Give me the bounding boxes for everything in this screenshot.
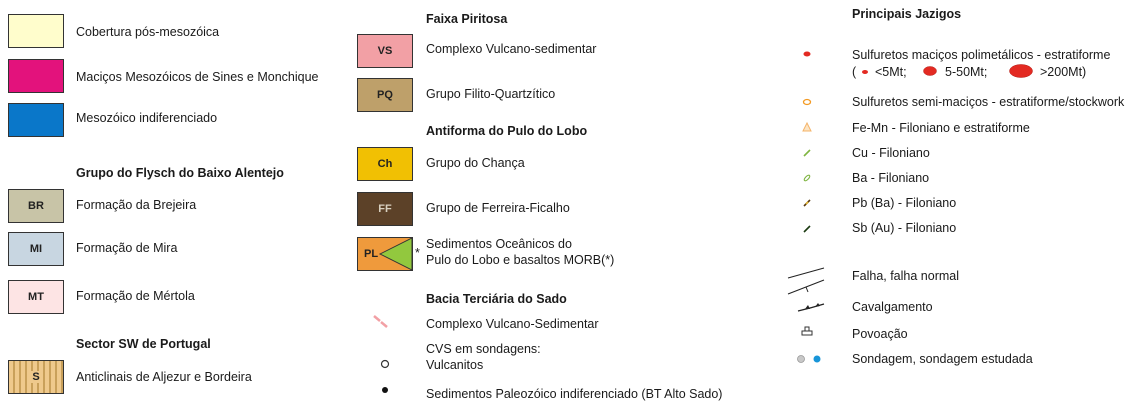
cvs-hatch-icon bbox=[373, 315, 388, 328]
swatch-mi: MI bbox=[8, 232, 64, 266]
label-pb: Pb (Ba) - Filoniano bbox=[852, 196, 957, 210]
label-ba: Ba - Filoniano bbox=[852, 171, 930, 185]
label-ff: Grupo de Ferreira-Ficalho bbox=[426, 201, 570, 215]
heading-flysch: Grupo do Flysch do Baixo Alentejo bbox=[76, 166, 284, 180]
label-vs: Complexo Vulcano-sedimentar bbox=[426, 42, 597, 56]
fe-mn-triangle-icon bbox=[802, 122, 812, 132]
code-br: BR bbox=[28, 200, 44, 212]
size-small-icon bbox=[862, 70, 868, 74]
label-pl-line2: Pulo do Lobo e basaltos MORB(*) bbox=[426, 253, 615, 267]
swatch-aljezur: S bbox=[8, 360, 64, 394]
label-aljezur: Anticlinais de Aljezur e Bordeira bbox=[76, 370, 252, 384]
heading-antiforma: Antiforma do Pulo do Lobo bbox=[426, 124, 588, 138]
pb-vein-icon bbox=[803, 199, 811, 207]
label-sulfuretos-semi: Sulfuretos semi-maciços - estratiforme/s… bbox=[852, 95, 1125, 109]
label-br: Formação da Brejeira bbox=[76, 198, 197, 212]
label-vulcanitos: Vulcanitos bbox=[426, 358, 484, 372]
label-ch: Grupo do Chança bbox=[426, 156, 525, 170]
size-large-icon bbox=[1009, 64, 1033, 78]
label-macicos: Maciços Mesozóicos de Sines e Monchique bbox=[76, 70, 319, 84]
swatch-mt: MT bbox=[8, 280, 64, 314]
label-pq: Grupo Filito-Quartzítico bbox=[426, 87, 556, 101]
swatch-br: BR bbox=[8, 189, 64, 223]
code-mi: MI bbox=[29, 243, 43, 255]
label-mesozoico: Mesozóico indiferenciado bbox=[76, 111, 218, 125]
label-cobertura: Cobertura pós-mesozóica bbox=[76, 25, 220, 39]
label-pl-line1: Sedimentos Oceânicos do bbox=[426, 237, 572, 251]
borehole-grey-icon bbox=[797, 355, 805, 363]
sb-vein-icon bbox=[803, 225, 811, 233]
label-mi: Formação de Mira bbox=[76, 241, 178, 255]
code-mt: MT bbox=[28, 291, 44, 303]
label-sedimentos: Sedimentos Paleozóico indiferenciado (BT… bbox=[426, 387, 723, 401]
size-small-label: <5Mt; bbox=[875, 65, 907, 79]
ba-vein-icon bbox=[803, 174, 811, 182]
swatch-macicos bbox=[8, 59, 64, 93]
label-cvs: Complexo Vulcano-Sedimentar bbox=[426, 317, 599, 331]
code-pl: PL bbox=[364, 248, 379, 260]
label-povoacao: Povoação bbox=[852, 327, 908, 341]
code-pq: PQ bbox=[377, 89, 393, 101]
swatch-mesozoico bbox=[8, 103, 64, 137]
label-mt: Formação de Mértola bbox=[76, 289, 195, 303]
size-large-label: >200Mt) bbox=[1040, 65, 1087, 79]
heading-sado: Bacia Terciária do Sado bbox=[426, 292, 567, 306]
cu-vein-icon bbox=[803, 149, 811, 157]
label-sb: Sb (Au) - Filoniano bbox=[852, 221, 957, 235]
code-vs: VS bbox=[377, 45, 393, 57]
vulcanitos-circle-icon bbox=[380, 359, 390, 369]
label-sondagem: Sondagem, sondagem estudada bbox=[852, 352, 1033, 366]
size-legend-open: ( bbox=[852, 65, 857, 79]
swatch-vs: VS bbox=[357, 34, 413, 68]
swatch-ff: FF bbox=[357, 192, 413, 226]
size-medium-icon bbox=[923, 66, 937, 76]
label-falha: Falha, falha normal bbox=[852, 269, 960, 283]
swatch-ch: Ch bbox=[357, 147, 413, 181]
swatch-cobertura bbox=[8, 14, 64, 48]
sulfuretos-semi-icon bbox=[802, 98, 812, 106]
code-s: S bbox=[31, 371, 41, 383]
label-cvs-sondagens: CVS em sondagens: bbox=[426, 342, 541, 356]
label-cu: Cu - Filoniano bbox=[852, 146, 930, 160]
fault-line-icon bbox=[787, 267, 825, 295]
swatch-pl: PL bbox=[357, 237, 413, 271]
borehole-blue-icon bbox=[813, 355, 821, 363]
pl-asterisk: * bbox=[415, 246, 420, 260]
label-sulfuretos-macicos: Sulfuretos maciços polimetálicos - estra… bbox=[852, 48, 1111, 62]
code-ch: Ch bbox=[377, 158, 393, 170]
label-cavalgamento: Cavalgamento bbox=[852, 300, 933, 314]
swatch-pq: PQ bbox=[357, 78, 413, 112]
heading-sector-sw: Sector SW de Portugal bbox=[76, 337, 211, 351]
sulfuretos-macicos-icon bbox=[803, 51, 811, 57]
size-medium-label: 5-50Mt; bbox=[945, 65, 988, 79]
village-icon bbox=[801, 326, 813, 336]
thrust-icon bbox=[797, 303, 825, 312]
code-ff: FF bbox=[378, 203, 392, 215]
sedimentos-dot-icon bbox=[382, 387, 388, 393]
heading-jazigos: Principais Jazigos bbox=[852, 7, 962, 21]
label-fe-mn: Fe-Mn - Filoniano e estratiforme bbox=[852, 121, 1030, 135]
heading-faixa-piritosa: Faixa Piritosa bbox=[426, 12, 508, 26]
